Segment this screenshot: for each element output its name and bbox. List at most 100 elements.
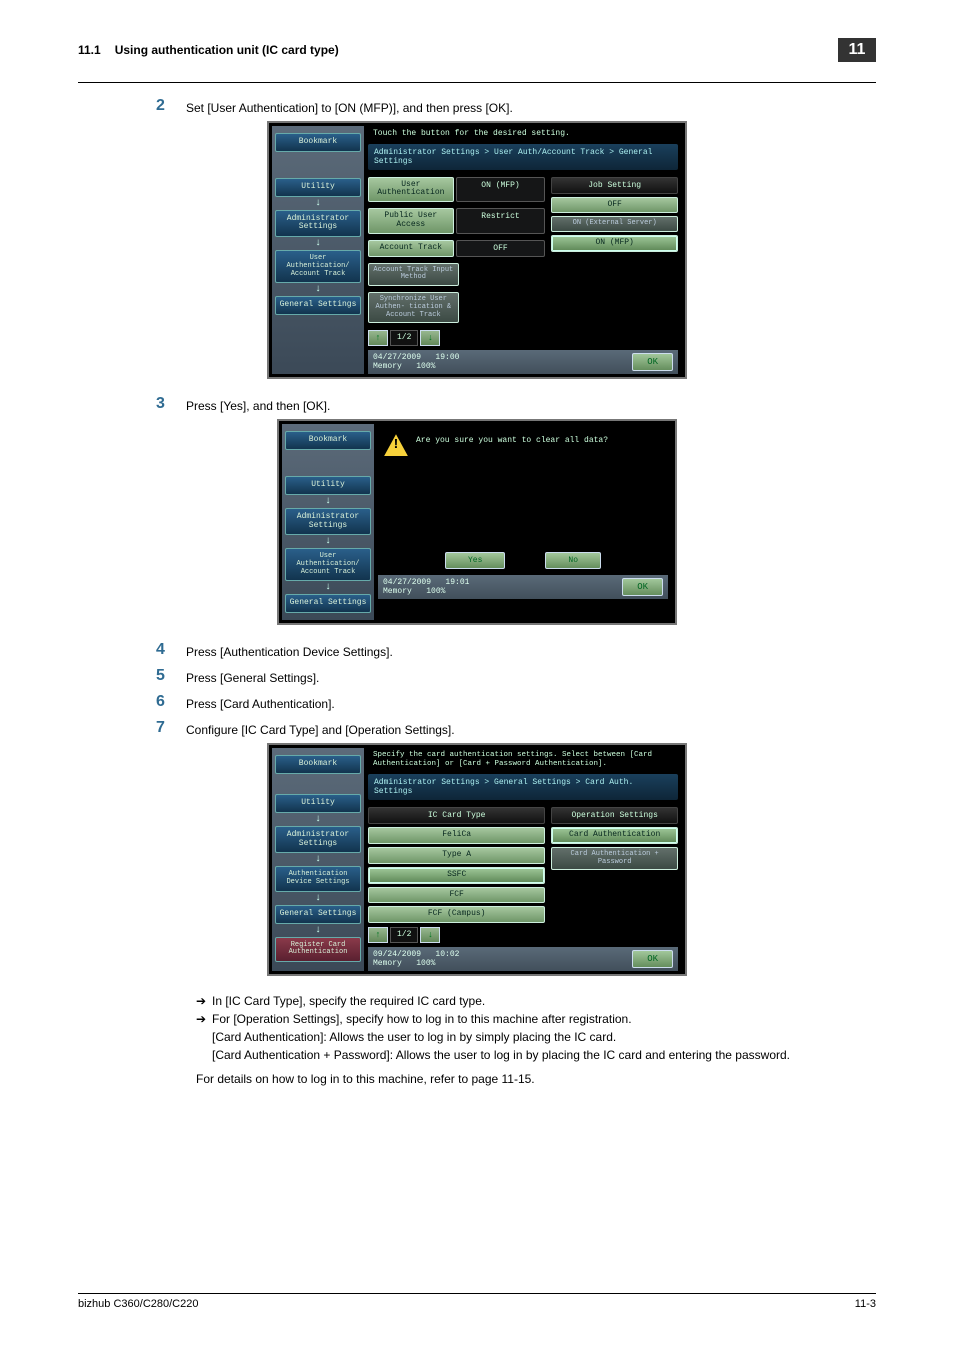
ok-button[interactable]: OK — [632, 950, 673, 968]
note-bullet-2: ➔For [Operation Settings], specify how t… — [196, 1010, 876, 1028]
step-number-6: 6 — [156, 693, 186, 711]
setting-account-track[interactable]: Account Track — [368, 240, 454, 257]
cardtype-felica[interactable]: FeliCa — [368, 827, 545, 844]
chevron-down-icon: ↓ — [275, 893, 361, 904]
footer-mem-value: 100% — [416, 362, 435, 371]
page-indicator: 1/2 — [390, 927, 418, 943]
section-title: Using authentication unit (IC card type) — [115, 43, 838, 57]
side-user-auth-acct[interactable]: User Authentication/ Account Track — [275, 250, 361, 283]
step-text-7: Configure [IC Card Type] and [Operation … — [186, 719, 876, 737]
col-header-op-settings: Operation Settings — [551, 807, 678, 824]
op-card-password[interactable]: Card Authentication + Password — [551, 847, 678, 870]
setting-user-auth[interactable]: User Authentication — [368, 177, 454, 203]
screenshot-general-settings: Bookmark Utility ↓ Administrator Setting… — [267, 121, 687, 379]
value-user-auth: ON (MFP) — [456, 177, 546, 203]
col-header-job-setting: Job Setting — [551, 177, 678, 194]
screenshot-card-auth-settings: Bookmark Utility ↓ Administrator Setting… — [267, 743, 687, 976]
chevron-down-icon: ↓ — [285, 496, 371, 507]
breadcrumb: Administrator Settings > General Setting… — [368, 774, 678, 800]
step-text-5: Press [General Settings]. — [186, 667, 876, 685]
page-indicator: 1/2 — [390, 330, 418, 346]
side-utility[interactable]: Utility — [285, 476, 371, 495]
side-register-card[interactable]: Register Card Authentication — [275, 937, 361, 962]
side-admin-settings[interactable]: Administrator Settings — [275, 210, 361, 238]
side-utility[interactable]: Utility — [275, 178, 361, 197]
page-down-button[interactable]: ↓ — [420, 927, 440, 943]
note-bullet-1: ➔In [IC Card Type], specify the required… — [196, 992, 876, 1010]
side-utility[interactable]: Utility — [275, 794, 361, 813]
footer-time: 19:00 — [435, 353, 459, 362]
setting-sync-auth: Synchronize User Authen- tication & Acco… — [368, 292, 459, 323]
chevron-down-icon: ↓ — [285, 582, 371, 593]
footer-time: 19:01 — [445, 578, 469, 587]
footer-product: bizhub C360/C280/C220 — [78, 1298, 198, 1310]
step-number-5: 5 — [156, 667, 186, 685]
footer-page: 11-3 — [855, 1298, 876, 1310]
step-text-6: Press [Card Authentication]. — [186, 693, 876, 711]
chevron-down-icon: ↓ — [275, 925, 361, 936]
chevron-down-icon: ↓ — [275, 854, 361, 865]
cardtype-fcf-campus[interactable]: FCF (Campus) — [368, 906, 545, 923]
side-auth-device[interactable]: Authentication Device Settings — [275, 866, 361, 891]
step-text-2: Set [User Authentication] to [ON (MFP)],… — [186, 97, 876, 115]
value-account-track: OFF — [456, 240, 546, 257]
header-rule — [78, 82, 876, 83]
note-sub-2b: [Card Authentication + Password]: Allows… — [196, 1046, 876, 1064]
section-number: 11.1 — [78, 43, 101, 57]
side-bookmark[interactable]: Bookmark — [285, 431, 371, 450]
step-text-3: Press [Yes], and then [OK]. — [186, 395, 876, 413]
page-up-button[interactable]: ↑ — [368, 927, 388, 943]
ok-button[interactable]: OK — [632, 353, 673, 371]
side-general-settings[interactable]: General Settings — [285, 594, 371, 613]
chevron-down-icon: ↓ — [275, 284, 361, 295]
side-general-settings[interactable]: General Settings — [275, 905, 361, 924]
side-user-auth-acct[interactable]: User Authentication/ Account Track — [285, 548, 371, 581]
chevron-down-icon: ↓ — [275, 198, 361, 209]
chevron-down-icon: ↓ — [275, 814, 361, 825]
side-general-settings[interactable]: General Settings — [275, 296, 361, 315]
step-number-3: 3 — [156, 395, 186, 413]
setting-acct-input: Account Track Input Method — [368, 263, 459, 286]
cardtype-fcf[interactable]: FCF — [368, 887, 545, 904]
option-on-external[interactable]: ON (External Server) — [551, 216, 678, 232]
screen-instruction: Specify the card authentication settings… — [368, 748, 678, 772]
breadcrumb: Administrator Settings > User Auth/Accou… — [368, 144, 678, 170]
no-button[interactable]: No — [545, 552, 601, 569]
chevron-down-icon: ↓ — [285, 536, 371, 547]
step-text-4: Press [Authentication Device Settings]. — [186, 641, 876, 659]
screenshot-confirm-clear: Bookmark Utility ↓ Administrator Setting… — [277, 419, 677, 625]
setting-public-access[interactable]: Public User Access — [368, 208, 454, 234]
footer-mem-label: Memory — [383, 587, 412, 596]
step-number-4: 4 — [156, 641, 186, 659]
note-sub-2a: [Card Authentication]: Allows the user t… — [196, 1028, 876, 1046]
option-on-mfp[interactable]: ON (MFP) — [551, 235, 678, 252]
ok-button[interactable]: OK — [622, 578, 663, 596]
col-header-card-type: IC Card Type — [368, 807, 545, 824]
footer-date: 04/27/2009 — [373, 353, 421, 362]
chevron-down-icon: ↓ — [275, 238, 361, 249]
side-bookmark[interactable]: Bookmark — [275, 133, 361, 152]
side-bookmark[interactable]: Bookmark — [275, 755, 361, 774]
cardtype-ssfc[interactable]: SSFC — [368, 867, 545, 884]
yes-button[interactable]: Yes — [445, 552, 505, 569]
op-card-auth[interactable]: Card Authentication — [551, 827, 678, 844]
step-number-7: 7 — [156, 719, 186, 737]
option-off[interactable]: OFF — [551, 197, 678, 214]
value-public-access: Restrict — [456, 208, 546, 234]
side-admin-settings[interactable]: Administrator Settings — [285, 508, 371, 536]
footer-mem-label: Memory — [373, 959, 402, 968]
cardtype-typea[interactable]: Type A — [368, 847, 545, 864]
chapter-badge: 11 — [838, 38, 876, 62]
footer-date: 09/24/2009 — [373, 950, 421, 959]
footer-mem-label: Memory — [373, 362, 402, 371]
footer-time: 10:02 — [435, 950, 459, 959]
page-up-button[interactable]: ↑ — [368, 330, 388, 346]
step-number-2: 2 — [156, 97, 186, 115]
footer-mem-value: 100% — [416, 959, 435, 968]
footer-date: 04/27/2009 — [383, 578, 431, 587]
footer-mem-value: 100% — [426, 587, 445, 596]
screen-instruction: Touch the button for the desired setting… — [368, 126, 678, 142]
side-admin-settings[interactable]: Administrator Settings — [275, 826, 361, 854]
page-down-button[interactable]: ↓ — [420, 330, 440, 346]
note-paragraph: For details on how to log in to this mac… — [196, 1072, 876, 1086]
